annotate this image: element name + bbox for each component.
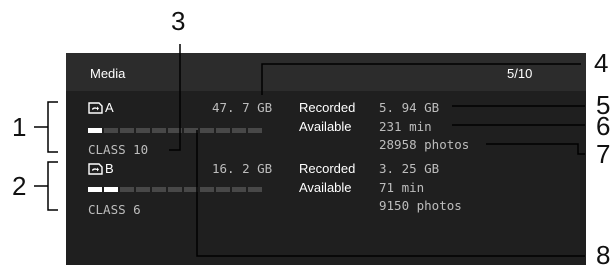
callout-4: 4 bbox=[594, 48, 609, 78]
callout-1: 1 bbox=[12, 112, 27, 142]
callout-leaders bbox=[34, 44, 585, 257]
callout-7: 7 bbox=[596, 139, 611, 169]
callout-8: 8 bbox=[596, 240, 611, 265]
callout-3: 3 bbox=[171, 6, 186, 36]
callout-6: 6 bbox=[596, 111, 611, 141]
diagram-canvas: Media 5/10 A 47. 7 GB CLASS 10 Recorded … bbox=[0, 0, 615, 265]
callout-2: 2 bbox=[12, 171, 27, 201]
